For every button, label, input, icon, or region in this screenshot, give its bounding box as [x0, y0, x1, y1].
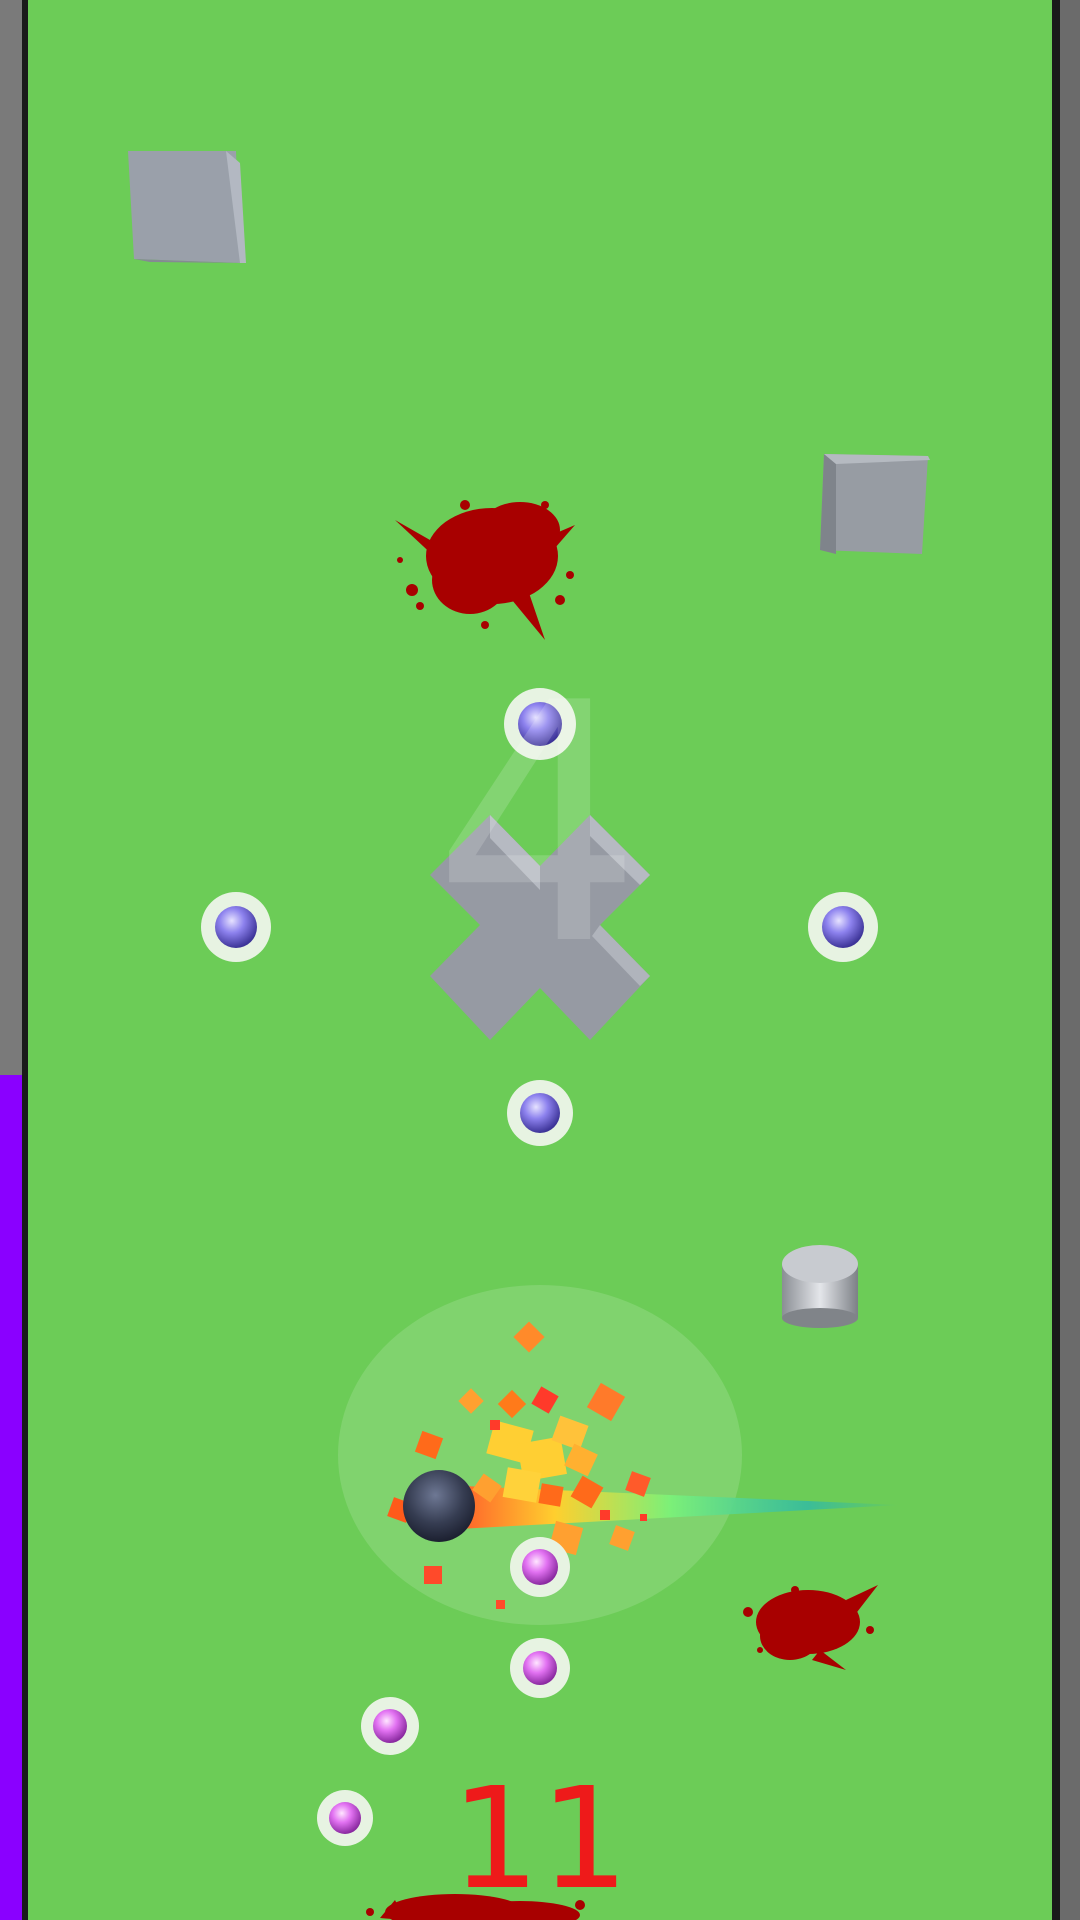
pink-orb-1 — [510, 1537, 570, 1597]
gray-cube-top-left — [128, 151, 246, 263]
pink-orb-4 — [317, 1790, 373, 1846]
game-scene — [128, 151, 930, 1920]
blue-orb-left — [201, 892, 271, 962]
pink-orb-3 — [361, 1697, 419, 1755]
blue-orb-bottom — [507, 1080, 573, 1146]
gray-x-obstacle — [430, 815, 650, 1040]
score-counter: 11 — [450, 1758, 630, 1920]
blood-splatter-lower-right — [743, 1585, 878, 1670]
blood-splatter-upper — [395, 500, 575, 640]
pink-orb-2 — [510, 1638, 570, 1698]
gray-cylinder — [782, 1245, 858, 1328]
blue-orb-top — [504, 688, 576, 760]
gray-cube-top-right — [820, 454, 930, 554]
game-screen[interactable]: 4 11 — [0, 0, 1080, 1920]
player-ball[interactable] — [403, 1470, 475, 1542]
blue-orb-right — [808, 892, 878, 962]
